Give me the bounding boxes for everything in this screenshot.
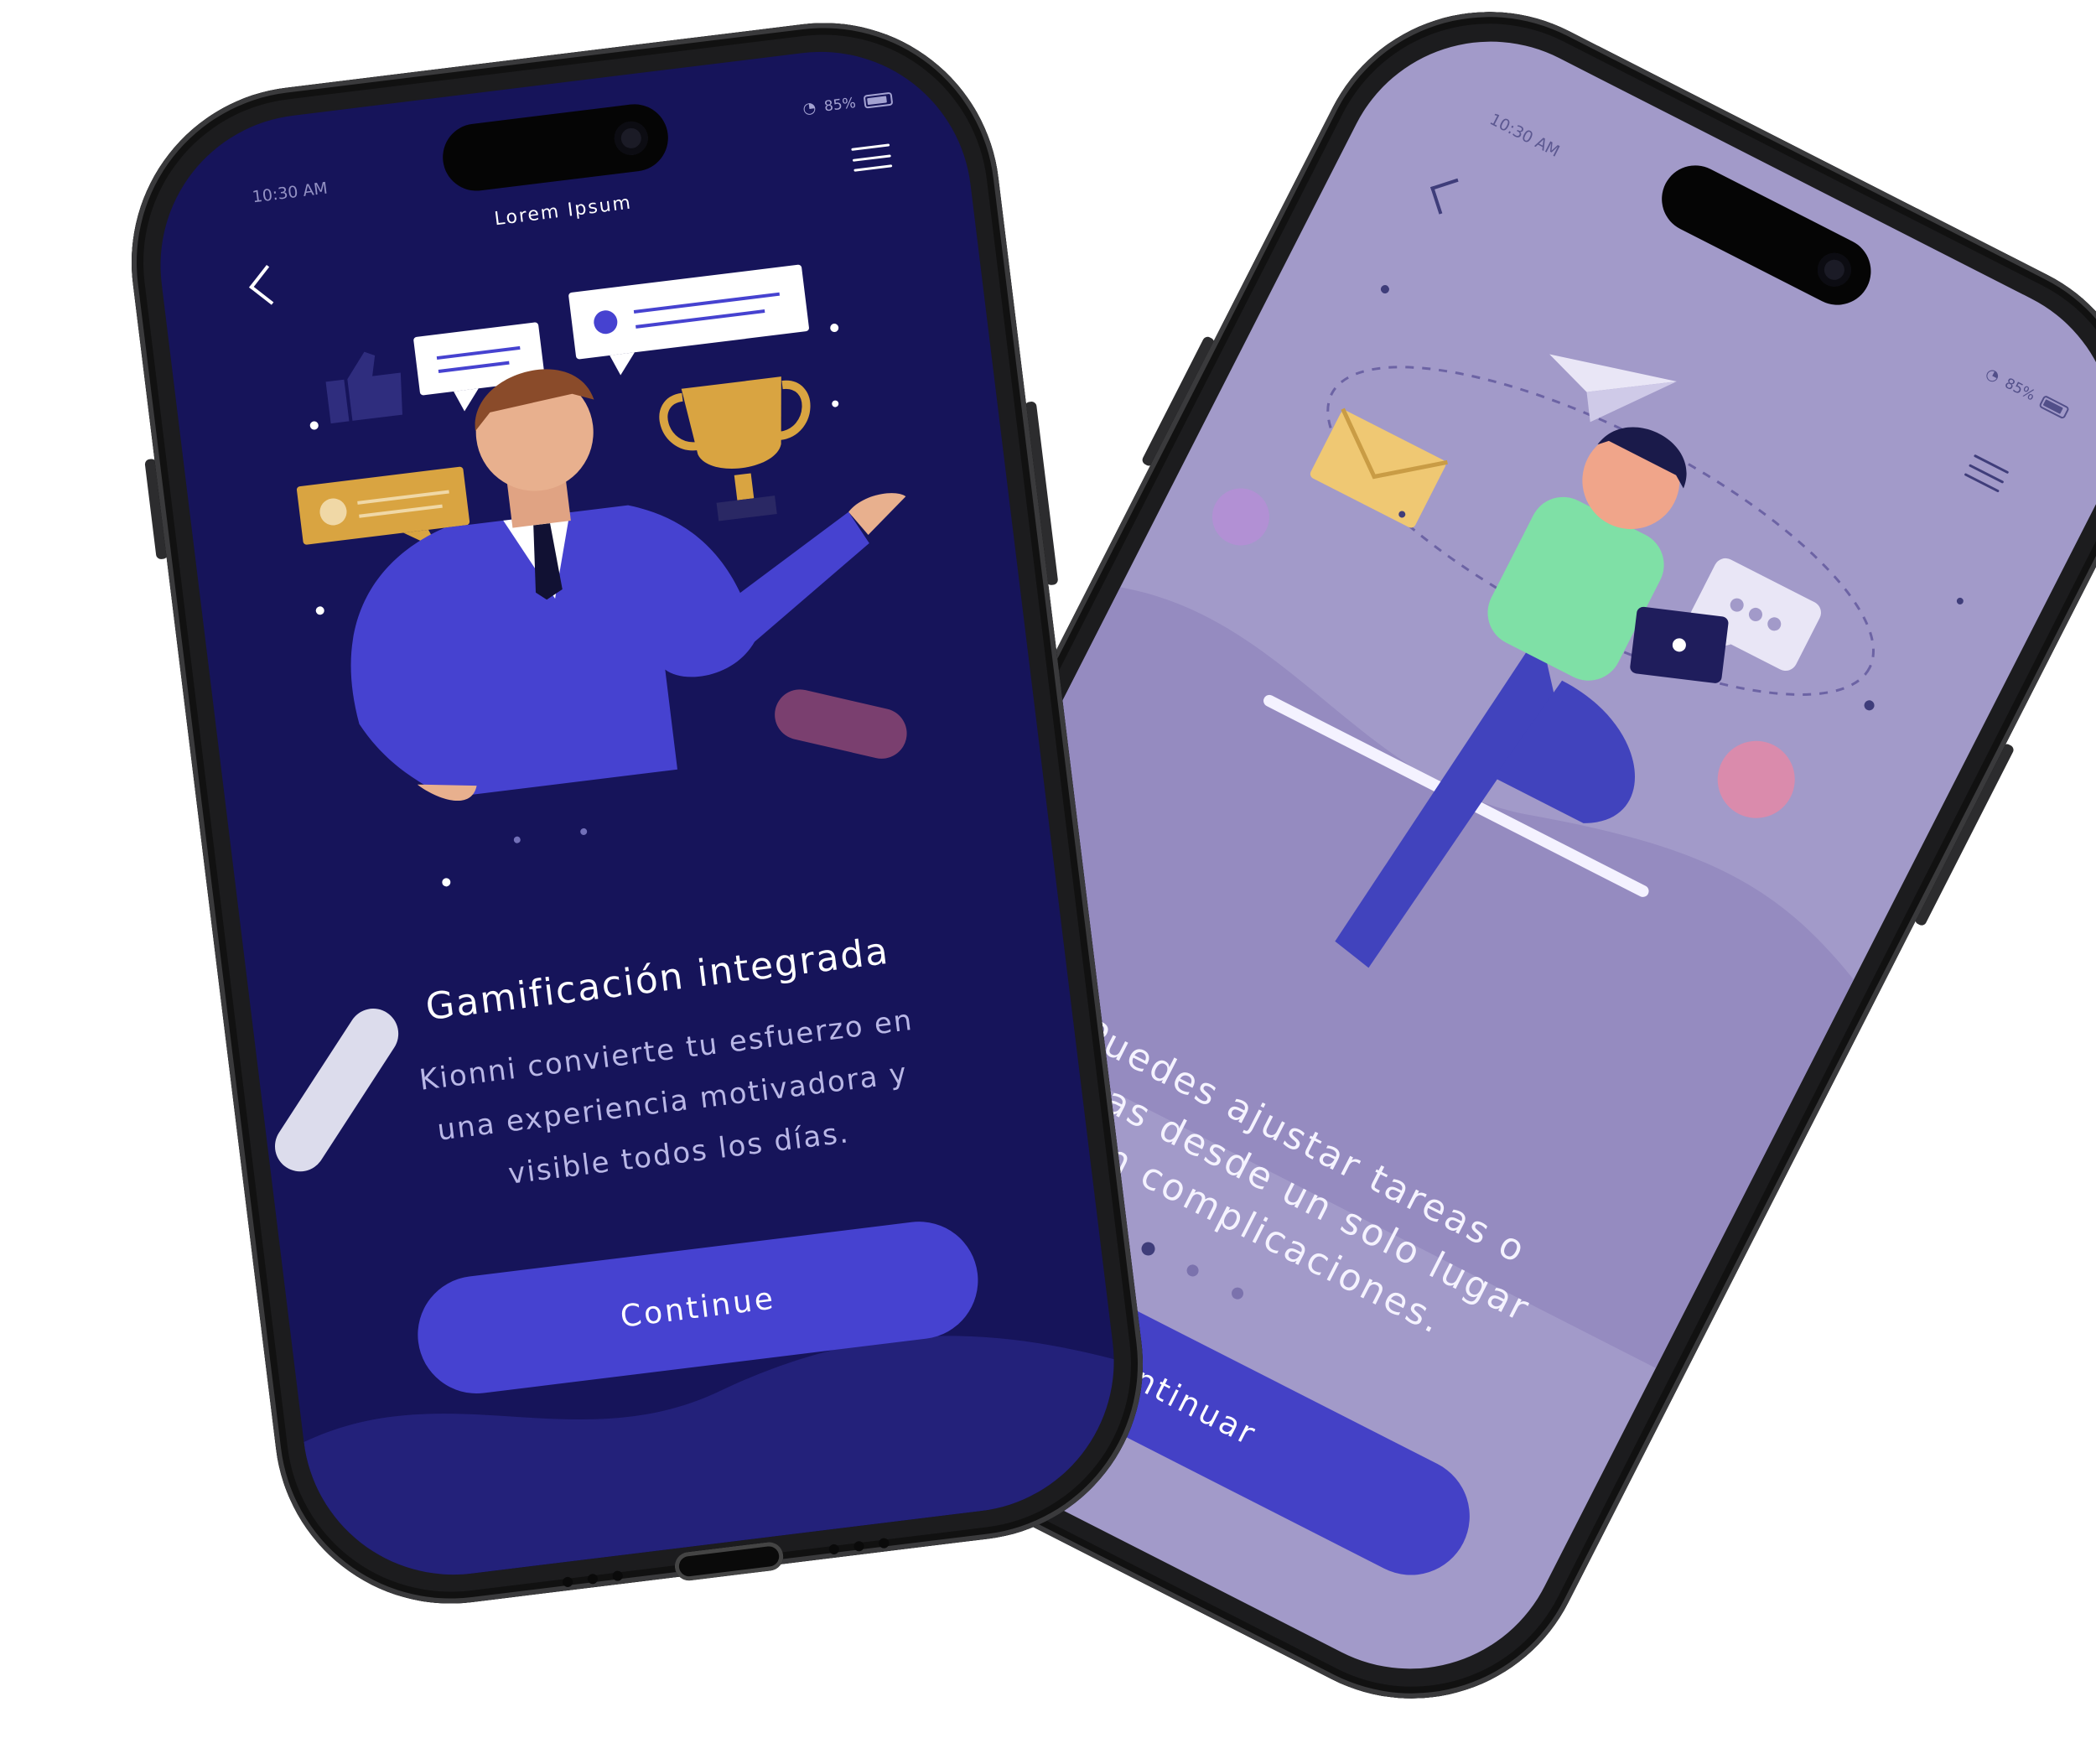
dynamic-island: [438, 100, 672, 195]
decorative-dot: [442, 878, 451, 887]
decorative-orb: [1211, 488, 1269, 546]
paper-plane-icon: [1549, 354, 1677, 423]
decorative-dot: [513, 836, 521, 843]
pagination-dot: [1185, 1263, 1201, 1279]
status-bar-right: ◔ 85%: [802, 90, 894, 118]
battery-icon: [863, 91, 894, 109]
tablet-icon: [1630, 606, 1729, 683]
decorative-dot: [1864, 700, 1875, 711]
decorative-dot: [309, 421, 319, 430]
wifi-icon: ◔: [802, 98, 817, 118]
battery-percentage: 85%: [822, 94, 857, 115]
decorative-dot: [580, 828, 588, 835]
battery-icon: [2038, 394, 2071, 420]
status-bar-right: ◔ 85%: [1983, 365, 2071, 422]
trophy-icon: [659, 376, 811, 521]
decorative-dot: [832, 400, 839, 407]
status-time: 10:30 AM: [1486, 110, 1563, 161]
hamburger-menu-icon[interactable]: [1964, 454, 2010, 493]
onboarding-illustration: [296, 264, 907, 887]
wifi-icon: ◔: [1982, 364, 2003, 387]
battery-percentage: 85%: [2002, 374, 2038, 404]
pagination-dot: [1229, 1285, 1246, 1302]
phone-left: 10:30 AM ◔ 85% Lorem Ipsum Gamificación …: [111, 3, 1164, 1624]
decorative-dot: [315, 606, 324, 615]
decorative-dot: [830, 324, 839, 333]
decorative-pill: [775, 689, 907, 759]
back-arrow-icon[interactable]: [1430, 178, 1466, 215]
decorative-dot: [1380, 284, 1389, 293]
decorative-dot: [1956, 597, 1964, 604]
status-time: 10:30 AM: [251, 179, 329, 207]
decorative-orb: [1717, 740, 1795, 818]
hamburger-menu-icon[interactable]: [851, 143, 893, 172]
thumbs-up-icon: [325, 351, 402, 424]
chat-bubble-icon: [568, 264, 809, 376]
pagination-dot-active: [1139, 1239, 1158, 1258]
